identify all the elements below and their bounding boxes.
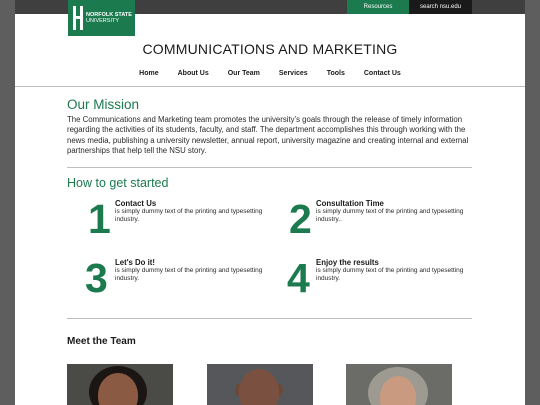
nav-item-contact-us[interactable]: Contact Us <box>364 70 401 77</box>
search-link[interactable]: search nsu.edu <box>409 0 472 14</box>
page: NORFOLK STATE UNIVERSITY Resources searc… <box>15 0 525 405</box>
step-description: is simply dummy text of the printing and… <box>316 267 464 283</box>
get-started-heading: How to get started <box>67 176 169 190</box>
resources-link[interactable]: Resources <box>347 0 409 14</box>
team-member-photo[interactable] <box>67 364 173 405</box>
logo-line-2: UNIVERSITY <box>86 18 120 24</box>
step-3: 3 Let's Do it! is simply dummy text of t… <box>85 258 265 303</box>
nav-item-our-team[interactable]: Our Team <box>228 70 260 77</box>
step-number: 4 <box>287 255 310 301</box>
main-nav: Home About Us Our Team Services Tools Co… <box>15 70 525 77</box>
step-title: Enjoy the results <box>316 258 379 267</box>
step-4: 4 Enjoy the results is simply dummy text… <box>287 258 467 303</box>
site-title: COMMUNICATIONS AND MARKETING <box>142 41 398 57</box>
team-member-photo[interactable] <box>346 364 452 405</box>
mission-text: The Communications and Marketing team pr… <box>67 115 469 155</box>
section-divider <box>67 167 472 168</box>
step-description: is simply dummy text of the printing and… <box>316 208 464 224</box>
step-1: 1 Contact Us is simply dummy text of the… <box>88 199 268 244</box>
step-title: Contact Us <box>115 199 157 208</box>
nav-item-tools[interactable]: Tools <box>327 70 345 77</box>
logo-mark-icon <box>73 6 83 30</box>
step-number: 2 <box>289 196 312 242</box>
nav-item-home[interactable]: Home <box>139 70 158 77</box>
step-title: Let's Do it! <box>115 258 155 267</box>
step-2: 2 Consultation Time is simply dummy text… <box>289 199 469 244</box>
step-title: Consultation Time <box>316 199 384 208</box>
photo-face <box>239 369 279 405</box>
step-description: is simply dummy text of the printing and… <box>115 267 263 283</box>
team-member-photo[interactable] <box>207 364 313 405</box>
step-number: 1 <box>88 196 111 242</box>
team-heading: Meet the Team <box>67 336 136 347</box>
mission-heading: Our Mission <box>67 97 140 112</box>
university-logo[interactable]: NORFOLK STATE UNIVERSITY <box>68 0 135 36</box>
nav-divider <box>15 86 525 87</box>
nav-item-about-us[interactable]: About Us <box>178 70 209 77</box>
step-number: 3 <box>85 255 108 301</box>
section-divider <box>67 318 472 319</box>
step-description: is simply dummy text of the printing and… <box>115 208 263 224</box>
nav-item-services[interactable]: Services <box>279 70 308 77</box>
logo-text: NORFOLK STATE UNIVERSITY <box>86 12 132 25</box>
